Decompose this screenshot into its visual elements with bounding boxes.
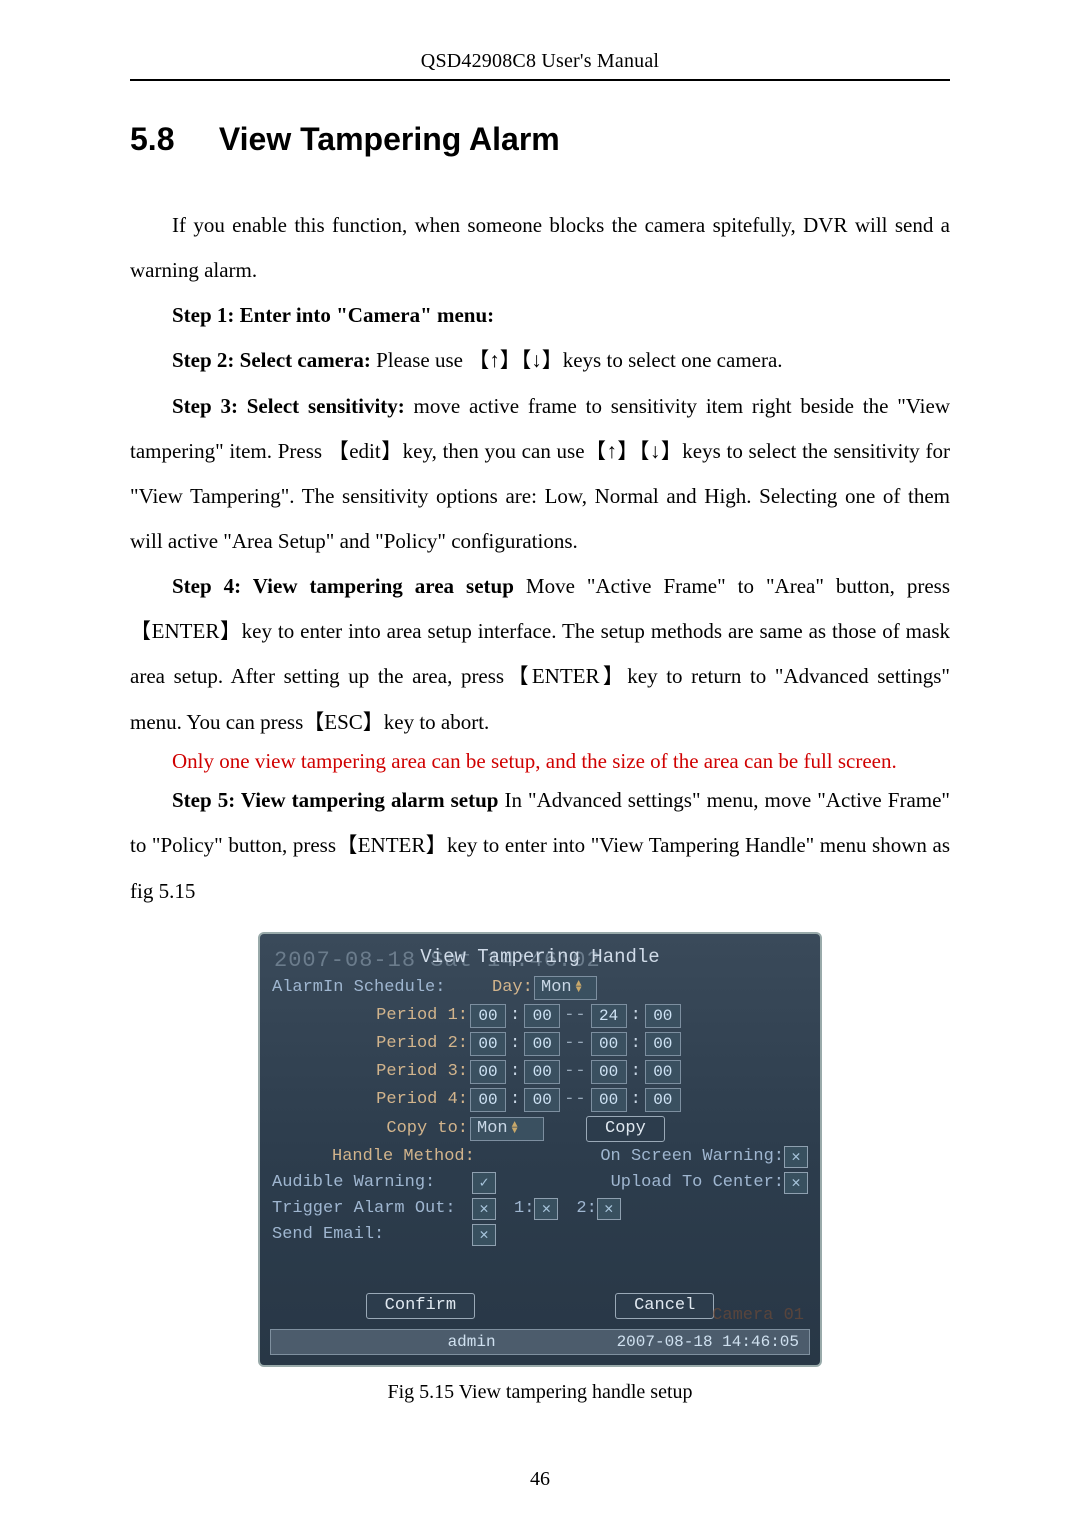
header-rule: [130, 79, 950, 81]
period-end-hh[interactable]: 24: [591, 1004, 627, 1028]
period-end-mm[interactable]: 00: [645, 1004, 681, 1028]
send-email-row: Send Email: ✕: [272, 1224, 808, 1246]
status-user: admin: [383, 1333, 561, 1351]
period-start-mm[interactable]: 00: [524, 1060, 560, 1084]
trigger-row: Trigger Alarm Out: ✕ 1: ✕ 2: ✕: [272, 1198, 808, 1220]
out1-checkbox[interactable]: ✕: [534, 1198, 558, 1220]
period-end-hh[interactable]: 00: [591, 1060, 627, 1084]
schedule-day-row: AlarmIn Schedule: Day: Mon ▲▼: [272, 976, 808, 1000]
trigger-alarm-out-checkbox[interactable]: ✕: [472, 1198, 496, 1220]
dvr-menu-screenshot: 2007-08-18 Sat 14:46:02 View Tampering H…: [258, 932, 822, 1367]
step-5: Step 5: View tampering alarm setup In "A…: [130, 778, 950, 913]
on-screen-warning-checkbox[interactable]: ✕: [784, 1146, 808, 1168]
section-title-text: View Tampering Alarm: [219, 121, 560, 157]
camera-watermark: Camera 01: [712, 1306, 804, 1325]
body-text: If you enable this function, when someon…: [130, 203, 950, 914]
figure-5-15: 2007-08-18 Sat 14:46:02 View Tampering H…: [258, 932, 822, 1367]
period-row: Period 1: 00 : 00 -- 24 : 00: [272, 1004, 808, 1028]
figure-caption: Fig 5.15 View tampering handle setup: [130, 1381, 950, 1404]
day-label: Day:: [492, 978, 532, 997]
handle-method-row: Handle Method: On Screen Warning: ✕: [272, 1146, 808, 1168]
copy-to-value: Mon: [477, 1119, 508, 1138]
warning-note: Only one view tampering area can be setu…: [130, 745, 950, 779]
period-start-mm[interactable]: 00: [524, 1088, 560, 1112]
period-list: Period 1: 00 : 00 -- 24 : 00 Period 2: 0…: [272, 1004, 808, 1112]
period-start-hh[interactable]: 00: [470, 1088, 506, 1112]
on-screen-warning-label: On Screen Warning:: [600, 1147, 784, 1166]
page-number: 46: [0, 1468, 1080, 1491]
section-heading: 5.8 View Tampering Alarm: [130, 121, 950, 158]
copy-button[interactable]: Copy: [586, 1116, 665, 1142]
period-start-mm[interactable]: 00: [524, 1032, 560, 1056]
step-2-lead: Step 2: Select camera:: [172, 348, 376, 372]
schedule-label: AlarmIn Schedule:: [272, 978, 492, 997]
step-3: Step 3: Select sensitivity: move active …: [130, 384, 950, 565]
step-4: Step 4: View tampering area setup Move "…: [130, 564, 950, 745]
period-end-mm[interactable]: 00: [645, 1060, 681, 1084]
period-start-hh[interactable]: 00: [470, 1060, 506, 1084]
out2-checkbox[interactable]: ✕: [597, 1198, 621, 1220]
day-value: Mon: [541, 978, 572, 997]
period-label: Period 4:: [278, 1090, 468, 1109]
period-label: Period 3:: [278, 1062, 468, 1081]
status-bar: admin 2007-08-18 14:46:05: [270, 1329, 810, 1355]
audible-warning-checkbox[interactable]: ✓: [472, 1172, 496, 1194]
step-4-lead: Step 4: View tampering area setup: [172, 574, 526, 598]
period-start-hh[interactable]: 00: [470, 1004, 506, 1028]
step-2-text: Please use 【↑】【↓】keys to select one came…: [376, 348, 782, 372]
period-start-hh[interactable]: 00: [470, 1032, 506, 1056]
period-label: Period 1:: [278, 1006, 468, 1025]
send-email-label: Send Email:: [272, 1225, 472, 1244]
spinner-icon: ▲▼: [576, 982, 590, 994]
copy-row: Copy to: Mon ▲▼ Copy: [272, 1116, 808, 1142]
step-2: Step 2: Select camera: Please use 【↑】【↓】…: [130, 338, 950, 383]
period-end-hh[interactable]: 00: [591, 1032, 627, 1056]
period-start-mm[interactable]: 00: [524, 1004, 560, 1028]
status-time: 2007-08-18 14:46:05: [561, 1333, 809, 1351]
step-3-lead: Step 3: Select sensitivity:: [172, 394, 414, 418]
day-selector[interactable]: Mon ▲▼: [534, 976, 597, 1000]
confirm-button[interactable]: Confirm: [366, 1293, 475, 1319]
running-head: QSD42908C8 User's Manual: [130, 50, 950, 73]
cancel-button[interactable]: Cancel: [615, 1293, 714, 1319]
period-label: Period 2:: [278, 1034, 468, 1053]
trigger-alarm-out-label: Trigger Alarm Out:: [272, 1199, 472, 1218]
upload-to-center-label: Upload To Center:: [611, 1173, 784, 1192]
intro-paragraph: If you enable this function, when someon…: [130, 203, 950, 293]
step-1-bold: Step 1: Enter into "Camera" menu:: [172, 303, 494, 327]
send-email-checkbox[interactable]: ✕: [472, 1224, 496, 1246]
period-end-mm[interactable]: 00: [645, 1032, 681, 1056]
period-end-mm[interactable]: 00: [645, 1088, 681, 1112]
menu-title: View Tampering Handle: [272, 946, 808, 968]
section-number: 5.8: [130, 121, 210, 158]
out2-label: 2:: [576, 1199, 596, 1218]
copy-to-selector[interactable]: Mon ▲▼: [470, 1117, 544, 1141]
spinner-icon: ▲▼: [512, 1123, 526, 1135]
manual-page: QSD42908C8 User's Manual 5.8 View Tamper…: [0, 0, 1080, 1527]
period-row: Period 2: 00 : 00 -- 00 : 00: [272, 1032, 808, 1056]
step-5-lead: Step 5: View tampering alarm setup: [172, 788, 505, 812]
period-row: Period 4: 00 : 00 -- 00 : 00: [272, 1088, 808, 1112]
audible-upload-row: Audible Warning: ✓ Upload To Center: ✕: [272, 1172, 808, 1194]
audible-warning-label: Audible Warning:: [272, 1173, 472, 1192]
period-end-hh[interactable]: 00: [591, 1088, 627, 1112]
handle-method-label: Handle Method:: [272, 1147, 532, 1166]
period-row: Period 3: 00 : 00 -- 00 : 00: [272, 1060, 808, 1084]
out1-label: 1:: [514, 1199, 534, 1218]
step-1: Step 1: Enter into "Camera" menu:: [130, 293, 950, 338]
copy-to-label: Copy to:: [278, 1119, 468, 1138]
upload-to-center-checkbox[interactable]: ✕: [784, 1172, 808, 1194]
